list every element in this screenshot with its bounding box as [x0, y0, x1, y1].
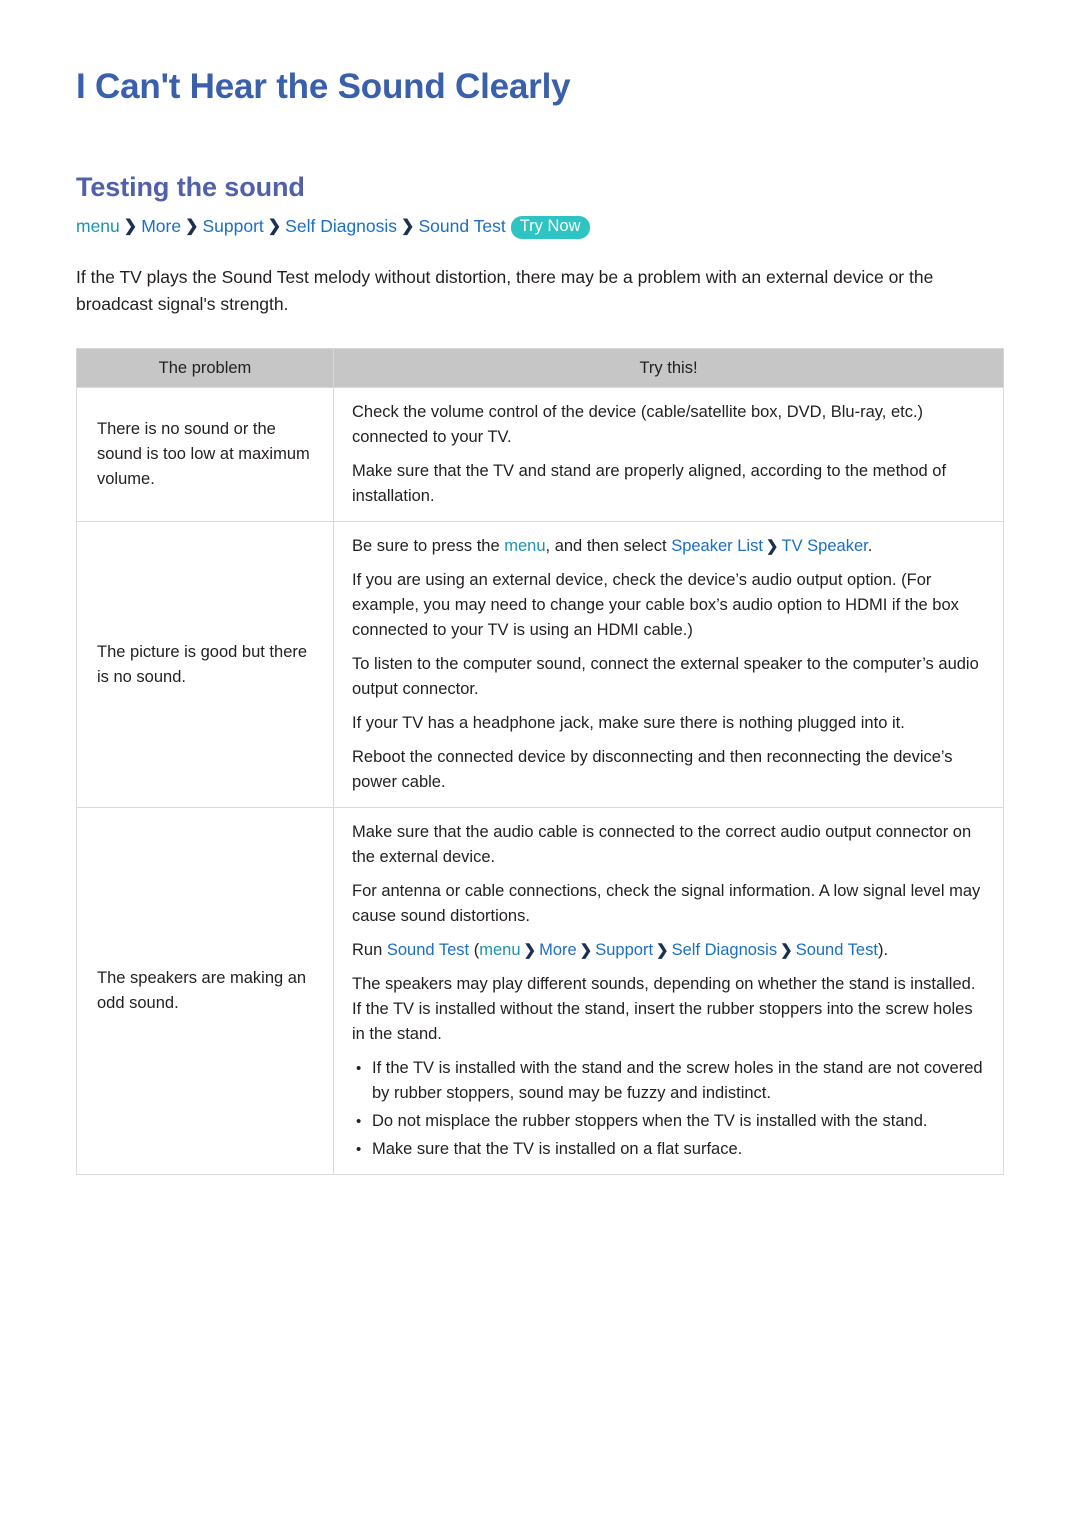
text-fragment: Be sure to press the: [352, 537, 505, 555]
inline-link-tv-speaker[interactable]: TV Speaker: [782, 537, 868, 555]
list-item: Make sure that the TV is installed on a …: [352, 1137, 989, 1162]
problem-cell: The picture is good but there is no soun…: [76, 521, 334, 808]
solution-cell: Check the volume control of the device (…: [333, 387, 1004, 522]
solution-cell: Make sure that the audio cable is connec…: [333, 807, 1004, 1175]
run-sound-test-line: Run Sound Test (menu ❯ More ❯ Support ❯ Self D…: [352, 938, 989, 963]
problem-cell: There is no sound or the sound is too lo…: [76, 387, 334, 522]
inline-link-menu[interactable]: menu: [504, 537, 545, 555]
chevron-right-icon: ❯: [656, 942, 669, 959]
chevron-right-icon: ❯: [185, 218, 199, 235]
breadcrumb-item-sound-test[interactable]: Sound Test: [418, 216, 505, 236]
try-now-badge[interactable]: Try Now: [510, 216, 590, 239]
problem-text: The speakers are making an odd sound.: [97, 969, 307, 1012]
inline-link-menu[interactable]: menu: [479, 941, 520, 959]
page-title: I Can't Hear the Sound Clearly: [76, 67, 571, 106]
solution-paragraph: For antenna or cable connections, check …: [352, 882, 981, 925]
table-row: The speakers are making an odd sound. Ma…: [76, 807, 1004, 1175]
column-header-problem: The problem: [76, 348, 334, 388]
chevron-right-icon: ❯: [523, 942, 537, 959]
inline-link-sound-test[interactable]: Sound Test: [387, 941, 469, 959]
inline-link-self-diagnosis[interactable]: Self Diagnosis: [672, 941, 777, 959]
text-fragment: , and then select: [545, 537, 672, 555]
breadcrumb-item-self-diagnosis[interactable]: Self Diagnosis: [285, 216, 397, 236]
breadcrumb: menu ❯ More ❯ Support ❯ Self Diagnosis ❯ Sound T…: [76, 215, 1004, 240]
breadcrumb-item-support[interactable]: Support: [202, 216, 263, 236]
bullet-list: If the TV is installed with the stand an…: [352, 1056, 989, 1162]
inline-link-more[interactable]: More: [539, 941, 577, 959]
chevron-right-icon: ❯: [780, 942, 793, 959]
list-item: Do not misplace the rubber stoppers when…: [352, 1109, 989, 1134]
text-fragment: Run: [352, 941, 387, 959]
solution-paragraph-with-links: Be sure to press the menu, and then sele…: [352, 534, 989, 559]
problem-text: There is no sound or the sound is too lo…: [97, 420, 310, 488]
solution-paragraph: Make sure that the audio cable is connec…: [352, 823, 972, 866]
chevron-right-icon: ❯: [765, 538, 779, 555]
problem-cell: The speakers are making an odd sound.: [76, 807, 334, 1175]
breadcrumb-item-more[interactable]: More: [141, 216, 181, 236]
inline-link-sound-test-path[interactable]: Sound Test: [796, 941, 878, 959]
text-fragment: ).: [877, 941, 889, 959]
chevron-right-icon: ❯: [123, 218, 138, 235]
intro-paragraph: If the TV plays the Sound Test melody wi…: [76, 267, 934, 314]
table-head: The problem Try this!: [76, 348, 1004, 388]
troubleshooting-table: The problem Try this! There is no sound …: [76, 348, 1004, 1175]
solution-paragraph: Reboot the connected device by disconnec…: [352, 748, 953, 791]
list-item: If the TV is installed with the stand an…: [352, 1056, 989, 1106]
solution-paragraph: If you are using an external device, che…: [352, 571, 959, 639]
solution-cell: Be sure to press the menu, and then sele…: [333, 521, 1004, 808]
table-row: The picture is good but there is no soun…: [76, 521, 1004, 808]
solution-paragraph: The speakers may play different sounds, …: [352, 975, 976, 1043]
section-title: Testing the sound: [76, 172, 305, 202]
text-fragment: (: [469, 941, 480, 959]
solution-paragraph: Check the volume control of the device (…: [352, 403, 924, 446]
solution-paragraph: If your TV has a headphone jack, make su…: [352, 714, 905, 732]
inline-link-speaker-list[interactable]: Speaker List: [671, 537, 763, 555]
chevron-right-icon: ❯: [579, 942, 593, 959]
inline-link-support[interactable]: Support: [595, 941, 653, 959]
table-row: There is no sound or the sound is too lo…: [76, 387, 1004, 522]
column-header-try-this: Try this!: [333, 348, 1004, 388]
breadcrumb-item-menu[interactable]: menu: [76, 216, 120, 236]
table-body: There is no sound or the sound is too lo…: [76, 387, 1004, 1175]
chevron-right-icon: ❯: [401, 218, 415, 235]
solution-paragraph: To listen to the computer sound, connect…: [352, 655, 979, 698]
chevron-right-icon: ❯: [267, 218, 282, 235]
solution-paragraph: Make sure that the TV and stand are prop…: [352, 462, 947, 505]
document-page: I Can't Hear the Sound Clearly Testing t…: [0, 0, 1080, 1527]
table-header-row: The problem Try this!: [76, 348, 1004, 388]
text-fragment: .: [867, 537, 873, 555]
problem-text: The picture is good but there is no soun…: [97, 642, 308, 686]
